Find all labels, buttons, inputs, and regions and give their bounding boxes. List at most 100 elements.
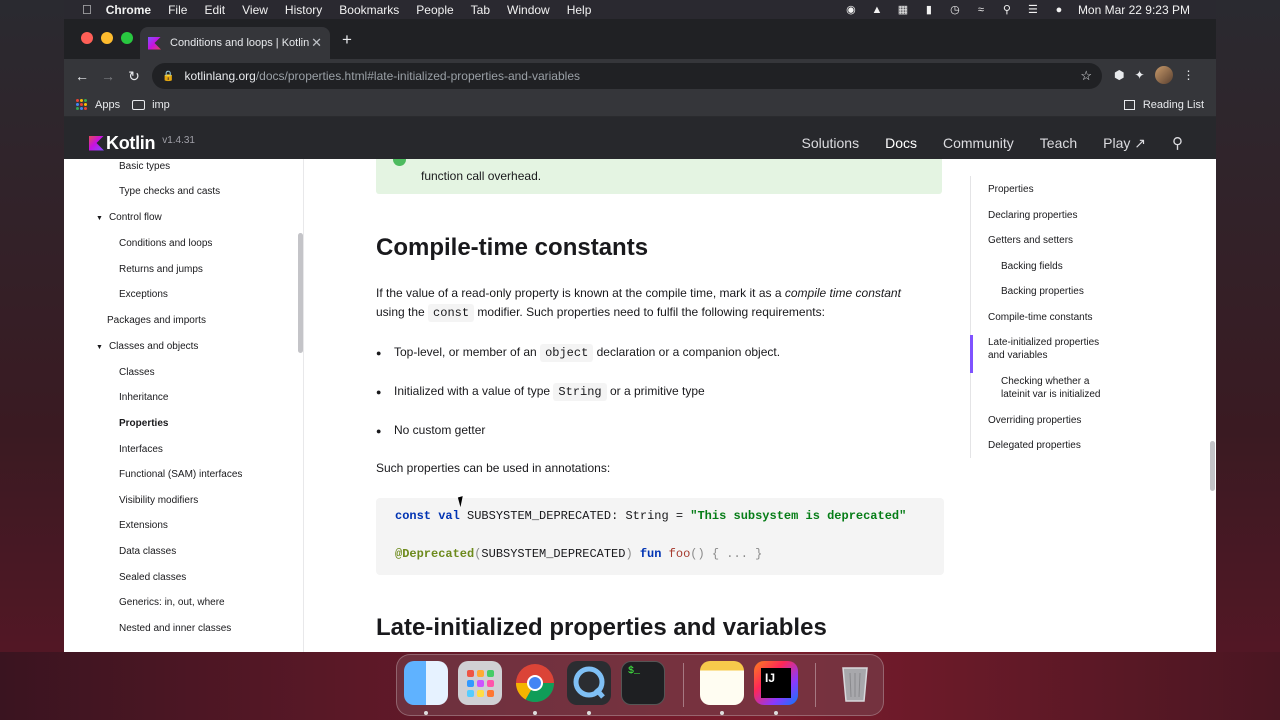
sidebar-item-exceptions[interactable]: Exceptions bbox=[119, 287, 168, 303]
dock-separator bbox=[683, 663, 684, 707]
toc-item-declaring[interactable]: Declaring properties bbox=[988, 209, 1078, 222]
toc-item-delegated[interactable]: Delegated properties bbox=[988, 439, 1081, 452]
page-scrollbar[interactable] bbox=[1210, 441, 1215, 491]
menu-tab[interactable]: Tab bbox=[471, 3, 490, 17]
menu-help[interactable]: Help bbox=[567, 3, 592, 17]
profile-avatar[interactable] bbox=[1154, 66, 1173, 84]
site-search-icon[interactable]: ⚲ bbox=[1172, 134, 1183, 152]
wifi-icon[interactable]: ≈ bbox=[974, 4, 988, 16]
toc-item-getters-setters[interactable]: Getters and setters bbox=[988, 234, 1073, 247]
kotlin-version[interactable]: v1.4.31 bbox=[162, 135, 195, 146]
sidebar-item-returns-jumps[interactable]: Returns and jumps bbox=[119, 262, 203, 278]
toc-item-backing-properties[interactable]: Backing properties bbox=[1001, 285, 1084, 298]
nav-docs[interactable]: Docs bbox=[885, 135, 917, 151]
bookmarks-bar: Apps imp Reading List bbox=[64, 93, 1216, 117]
bookmark-imp[interactable]: imp bbox=[132, 99, 170, 111]
tip-box: function call overhead. bbox=[376, 159, 942, 194]
zoom-window-button[interactable] bbox=[121, 32, 133, 44]
toc-item-backing-fields[interactable]: Backing fields bbox=[1001, 260, 1063, 273]
sidebar-item-conditions-loops[interactable]: Conditions and loops bbox=[119, 236, 212, 252]
nav-community[interactable]: Community bbox=[943, 135, 1014, 151]
hat-icon[interactable]: ▲ bbox=[870, 4, 884, 16]
toc-item-properties[interactable]: Properties bbox=[988, 183, 1034, 196]
close-window-button[interactable] bbox=[81, 32, 93, 44]
sidebar-item-interfaces[interactable]: Interfaces bbox=[119, 442, 163, 458]
nav-play[interactable]: Play ↗ bbox=[1103, 135, 1146, 152]
sidebar-item-classes-objects[interactable]: ▼ Classes and objects bbox=[96, 339, 198, 355]
extension-icon[interactable]: ⬢ bbox=[1114, 68, 1124, 82]
sidebar-item-inheritance[interactable]: Inheritance bbox=[119, 390, 168, 406]
notes-icon[interactable] bbox=[700, 661, 744, 705]
forward-arrow-icon[interactable]: → bbox=[95, 68, 121, 84]
heading-compile-time-constants: Compile-time constants bbox=[376, 234, 649, 261]
spotlight-icon[interactable]: ⚲ bbox=[1000, 4, 1014, 16]
text: modifier. Such properties need to fulfil… bbox=[474, 305, 825, 319]
menu-view[interactable]: View bbox=[242, 3, 268, 17]
launchpad-icon[interactable] bbox=[458, 661, 502, 705]
code-block[interactable]: const val SUBSYSTEM_DEPRECATED: String =… bbox=[376, 498, 944, 575]
sidebar-item-visibility[interactable]: Visibility modifiers bbox=[119, 493, 198, 509]
close-tab-icon[interactable]: ✕ bbox=[311, 35, 322, 51]
minimize-window-button[interactable] bbox=[101, 32, 113, 44]
sidebar-item-generics[interactable]: Generics: in, out, where bbox=[119, 595, 225, 611]
back-arrow-icon[interactable]: ← bbox=[69, 68, 95, 84]
nav-teach[interactable]: Teach bbox=[1040, 135, 1077, 151]
intellij-idea-icon[interactable]: IJ bbox=[754, 661, 798, 705]
nav-solutions[interactable]: Solutions bbox=[801, 135, 859, 151]
menu-history[interactable]: History bbox=[285, 3, 322, 17]
lock-icon[interactable]: 🔒 bbox=[162, 71, 174, 82]
toc-item-compile-time[interactable]: Compile-time constants bbox=[988, 311, 1092, 324]
sidebar-item-type-checks[interactable]: Type checks and casts bbox=[119, 184, 220, 200]
reload-icon[interactable]: ↻ bbox=[121, 68, 147, 85]
intellij-label: IJ bbox=[761, 668, 791, 698]
chrome-icon[interactable] bbox=[513, 661, 557, 705]
time-machine-icon[interactable]: ◷ bbox=[948, 4, 962, 16]
expanded-arrow-icon[interactable]: ▼ bbox=[96, 344, 103, 351]
chrome-menu-icon[interactable]: ⋮ bbox=[1183, 68, 1195, 82]
expanded-arrow-icon[interactable]: ▼ bbox=[96, 215, 103, 222]
sidebar-item-sam-interfaces[interactable]: Functional (SAM) interfaces bbox=[119, 467, 242, 483]
toc-item-late-initialized[interactable]: Late-initialized properties and variable… bbox=[988, 336, 1113, 362]
kotlin-logo[interactable]: Kotlin bbox=[89, 133, 155, 154]
sidebar-item-classes[interactable]: Classes bbox=[119, 365, 155, 381]
terminal-icon[interactable]: $_ bbox=[621, 661, 665, 705]
toc-item-overriding[interactable]: Overriding properties bbox=[988, 414, 1081, 427]
bookmark-apps[interactable]: Apps bbox=[76, 98, 120, 111]
menu-app-name[interactable]: Chrome bbox=[106, 3, 151, 17]
quicktime-icon[interactable] bbox=[567, 661, 611, 705]
sidebar-item-nested-classes[interactable]: Nested and inner classes bbox=[119, 621, 231, 637]
sidebar-item-sealed-classes[interactable]: Sealed classes bbox=[119, 570, 186, 586]
menu-file[interactable]: File bbox=[168, 3, 187, 17]
sidebar-item-packages-imports[interactable]: Packages and imports bbox=[107, 313, 206, 329]
control-center-icon[interactable]: ☰ bbox=[1026, 4, 1040, 16]
kotlin-favicon-icon bbox=[148, 36, 161, 50]
address-bar[interactable]: 🔒 kotlinlang.org/docs/properties.html#la… bbox=[152, 63, 1102, 89]
menu-window[interactable]: Window bbox=[507, 3, 550, 17]
battery-icon[interactable]: ▮ bbox=[922, 4, 936, 16]
sidebar-item-control-flow[interactable]: ▼ Control flow bbox=[96, 210, 162, 226]
menu-bookmarks[interactable]: Bookmarks bbox=[339, 3, 399, 17]
desktop-left bbox=[0, 0, 64, 720]
sidebar-item-properties[interactable]: Properties bbox=[119, 416, 168, 432]
toc-item-checking-lateinit[interactable]: Checking whether a lateinit var is initi… bbox=[1001, 375, 1111, 401]
siri-icon[interactable]: ● bbox=[1052, 4, 1066, 16]
list-item: ● No custom getter bbox=[376, 423, 485, 437]
sidebar-item-data-classes[interactable]: Data classes bbox=[119, 544, 176, 560]
new-tab-icon[interactable]: + bbox=[342, 30, 352, 50]
bookmark-star-icon[interactable]: ☆ bbox=[1080, 68, 1092, 84]
trash-icon[interactable] bbox=[833, 661, 877, 705]
reading-list-button[interactable]: Reading List bbox=[1123, 99, 1204, 111]
browser-tab[interactable]: Conditions and loops | Kotlin ✕ bbox=[140, 27, 330, 59]
sidebar-scrollbar[interactable] bbox=[298, 233, 303, 353]
finder-icon[interactable] bbox=[404, 661, 448, 705]
sidebar-item-basic-types[interactable]: Basic types bbox=[119, 159, 170, 175]
sidebar-item-extensions[interactable]: Extensions bbox=[119, 518, 168, 534]
puzzle-extensions-icon[interactable]: ✦ bbox=[1134, 68, 1144, 82]
apple-icon[interactable]:  bbox=[82, 2, 92, 17]
menubar-clock[interactable]: Mon Mar 22 9:23 PM bbox=[1078, 3, 1190, 17]
menu-edit[interactable]: Edit bbox=[204, 3, 225, 17]
record-icon[interactable]: ◉ bbox=[844, 4, 858, 16]
menu-people[interactable]: People bbox=[416, 3, 453, 17]
docker-icon[interactable]: ▦ bbox=[896, 4, 910, 16]
inline-code: String bbox=[553, 383, 607, 401]
